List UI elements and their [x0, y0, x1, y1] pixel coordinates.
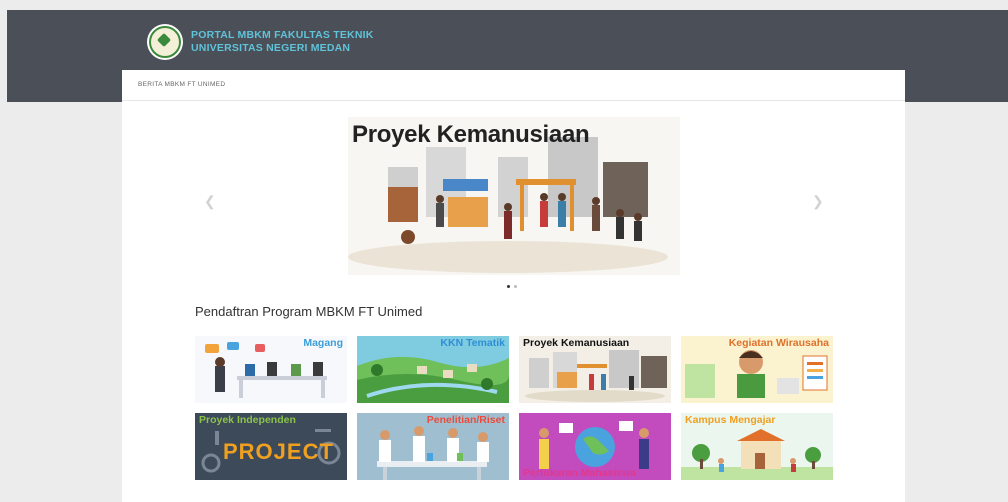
news-carousel: ❮ Proyek Kemanusiaan ❯ [122, 101, 905, 301]
program-card-penelitian-riset[interactable]: Penelitian/Riset [357, 413, 509, 480]
breadcrumb[interactable]: BERITA MBKM FT UNIMED [122, 70, 905, 101]
chevron-left-icon[interactable]: ❮ [204, 193, 216, 210]
program-label: Proyek Kemanusiaan [523, 337, 630, 349]
program-card-proyek-kemanusiaan[interactable]: Proyek Kemanusiaan [519, 336, 671, 403]
program-label: Proyek Independen [199, 414, 296, 426]
project-word: PROJECT [223, 439, 334, 464]
program-label: Penelitian/Riset [426, 414, 505, 426]
slide-title: Proyek Kemanusiaan [352, 121, 590, 148]
program-card-kkn-tematik[interactable]: KKN Tematik [357, 336, 509, 403]
program-label: Kampus Mengajar [685, 414, 776, 426]
university-logo [147, 24, 183, 60]
content-panel: BERITA MBKM FT UNIMED ❮ Proyek Kemanusia… [122, 70, 905, 502]
program-label: Pertukaran Mahasiswa [523, 467, 637, 479]
brand-line-2: UNIVERSITAS NEGERI MEDAN [191, 42, 351, 54]
brand-line-1: PORTAL MBKM FAKULTAS TEKNIK [191, 29, 374, 41]
program-card-magang[interactable]: Magang [195, 336, 347, 403]
program-label: KKN Tematik [440, 337, 505, 349]
program-card-pertukaran-mahasiswa[interactable]: Pertukaran Mahasiswa [519, 413, 671, 480]
carousel-indicator-1[interactable] [507, 285, 510, 288]
program-card-kampus-mengajar[interactable]: Kampus Mengajar [681, 413, 833, 480]
program-label: Kegiatan Wirausaha [728, 337, 829, 349]
carousel-indicator-2[interactable] [514, 285, 517, 288]
program-card-kegiatan-wirausaha[interactable]: Kegiatan Wirausaha [681, 336, 833, 403]
brand-title: PORTAL MBKM FAKULTAS TEKNIK UNIVERSITAS … [191, 29, 374, 55]
section-title: Pendaftran Program MBKM FT Unimed [195, 304, 423, 319]
carousel-indicators [507, 285, 517, 288]
chevron-right-icon[interactable]: ❯ [812, 193, 824, 210]
brand[interactable]: PORTAL MBKM FAKULTAS TEKNIK UNIVERSITAS … [147, 24, 374, 60]
program-label: Magang [303, 337, 343, 349]
program-card-proyek-independen[interactable]: Proyek Independen PROJECT [195, 413, 347, 480]
carousel-slide[interactable]: Proyek Kemanusiaan [348, 117, 680, 275]
